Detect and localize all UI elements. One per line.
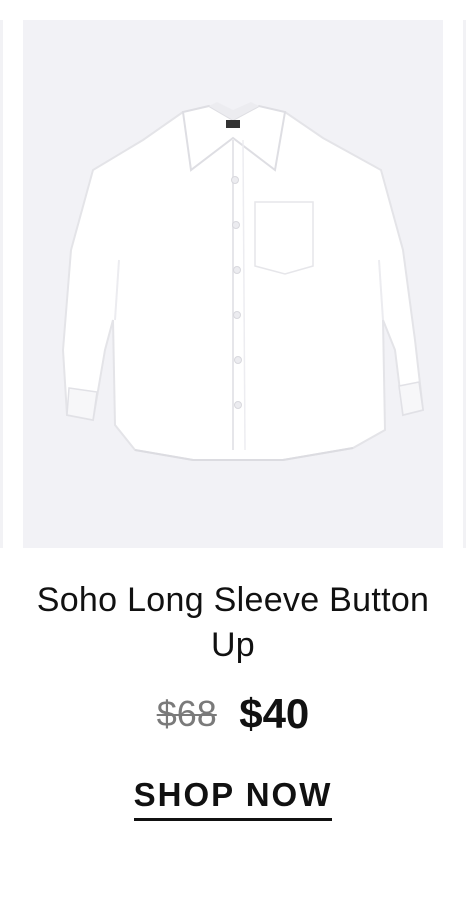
shirt-illustration [61, 102, 425, 461]
previous-card-edge [0, 20, 3, 548]
product-title[interactable]: Soho Long Sleeve Button Up [23, 578, 443, 668]
price-row: $68 $40 [0, 690, 466, 738]
sale-price: $40 [239, 690, 310, 737]
shop-now-link[interactable]: SHOP NOW [133, 776, 333, 821]
original-price: $68 [156, 693, 217, 734]
product-image[interactable] [23, 20, 443, 548]
cta-container: SHOP NOW [0, 776, 466, 821]
